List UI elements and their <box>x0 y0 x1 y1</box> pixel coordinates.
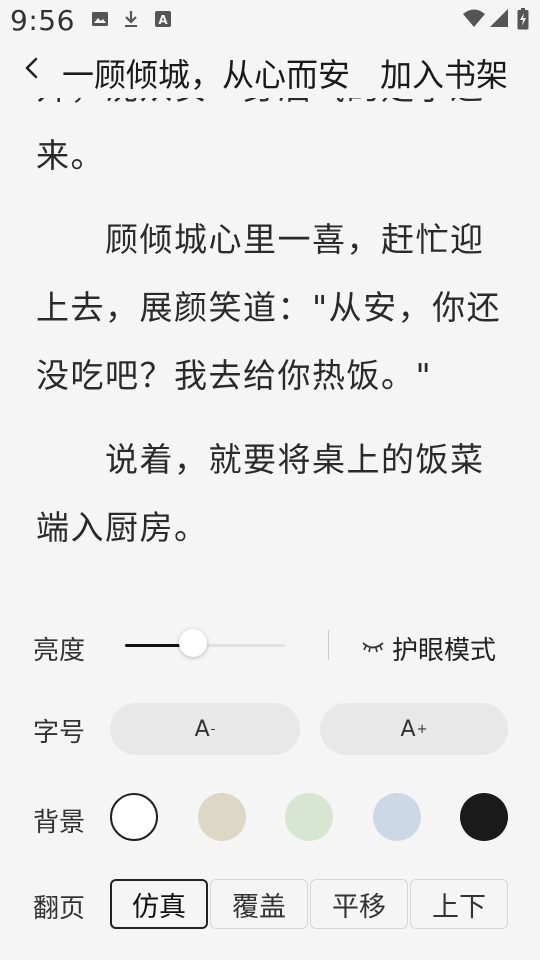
bg-option-white[interactable] <box>110 793 158 841</box>
page-turn-label: 翻页 <box>33 894 86 924</box>
text-line: 上去，展颜笑道："从安，你还 <box>36 288 502 327</box>
divider <box>328 630 329 660</box>
bg-option-beige[interactable] <box>198 793 246 841</box>
status-time: 9:56 <box>10 4 75 37</box>
wifi-icon <box>462 8 486 32</box>
brightness-label: 亮度 <box>33 636 86 666</box>
font-size-label: 字号 <box>33 718 86 748</box>
bg-option-blue[interactable] <box>373 793 421 841</box>
decrease-font-glyph: A <box>194 716 210 742</box>
text-line: 来。 <box>36 136 105 175</box>
page-turn-simulation[interactable]: 仿真 <box>110 879 208 929</box>
bg-option-green[interactable] <box>285 793 333 841</box>
text-line: 端入厨房。 <box>36 508 209 547</box>
text-line: 开，沈从安一身酒气的走了进 <box>36 98 506 122</box>
bg-option-black[interactable] <box>460 793 508 841</box>
download-icon <box>121 10 141 28</box>
a-notification-icon: A <box>153 10 173 28</box>
decrease-font-sup: - <box>210 721 216 737</box>
text-line: 没吃吧？我去给你热饭。" <box>36 356 433 395</box>
reading-content[interactable]: 开，沈从安一身酒气的走了进 来。 顾倾城心里一喜，赶忙迎 上去，展颜笑道："从安… <box>36 98 506 592</box>
reader-screen: 9:56 A 一顾倾城，从心而安 加入书架 开，沈从安一身酒气的走了 <box>0 0 540 960</box>
closed-eye-icon <box>362 639 384 658</box>
page-turn-vertical[interactable]: 上下 <box>410 879 508 929</box>
battery-icon <box>517 8 529 34</box>
text-line: 顾倾城心里一喜，赶忙迎 <box>36 220 485 259</box>
chevron-left-icon <box>25 57 38 79</box>
decrease-font-button[interactable]: A- <box>110 703 300 755</box>
eye-protection-toggle[interactable]: 护眼模式 <box>362 630 508 667</box>
signal-icon <box>489 8 509 32</box>
image-icon <box>90 10 110 28</box>
page-turn-slide[interactable]: 平移 <box>310 879 408 929</box>
brightness-slider-thumb[interactable] <box>179 629 207 657</box>
page-turn-cover[interactable]: 覆盖 <box>210 879 308 929</box>
eye-mode-label: 护眼模式 <box>392 636 497 666</box>
reader-header: 一顾倾城，从心而安 加入书架 <box>0 44 540 98</box>
book-title: 一顾倾城，从心而安 <box>62 56 351 94</box>
add-to-shelf-button[interactable]: 加入书架 <box>380 50 508 96</box>
text-line: 说着，就要将桌上的饭菜 <box>36 440 485 479</box>
back-button[interactable] <box>14 50 50 86</box>
reading-settings-panel: 亮度 护眼模式 字号 A- A + 背景 翻页 仿真 覆盖 平移 上下 <box>0 592 540 960</box>
background-label: 背景 <box>33 808 86 838</box>
status-bar: 9:56 A <box>0 0 540 44</box>
increase-font-glyph: A <box>400 716 416 742</box>
svg-text:A: A <box>158 13 168 27</box>
increase-font-sup: + <box>416 721 428 737</box>
increase-font-button[interactable]: A + <box>320 703 508 755</box>
